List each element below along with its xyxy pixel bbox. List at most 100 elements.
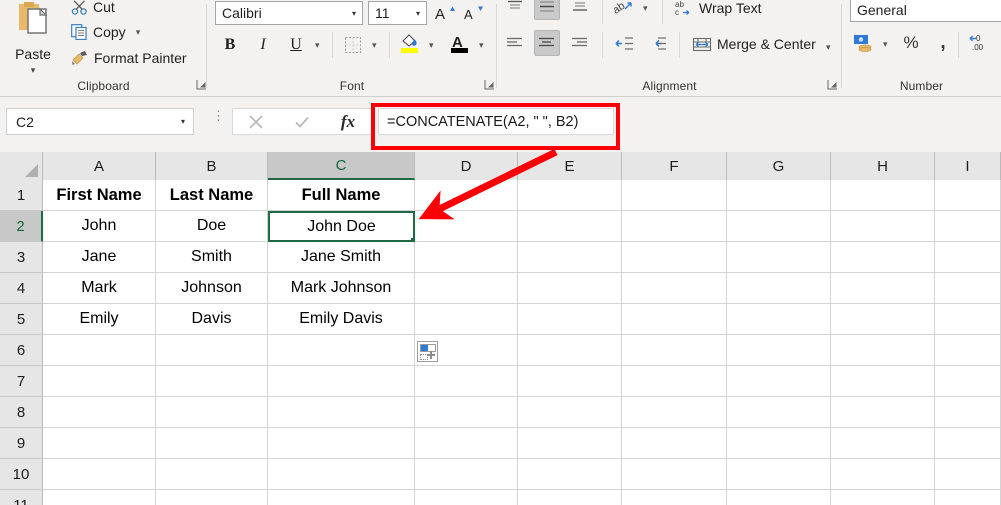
cell-C5[interactable]: Emily Davis (268, 304, 415, 335)
paste-dropdown-chevron-icon[interactable]: ▾ (31, 65, 36, 76)
fill-color-button[interactable] (397, 30, 423, 56)
cell-H1[interactable] (831, 180, 935, 211)
cell-E1[interactable] (518, 180, 622, 211)
cell-B1[interactable]: Last Name (156, 180, 268, 211)
accounting-dropdown-chevron-icon[interactable]: ▾ (883, 40, 888, 49)
align-left-button[interactable] (502, 30, 528, 56)
cell-A6[interactable] (43, 335, 156, 366)
cell-C6[interactable] (268, 335, 415, 366)
cell-H3[interactable] (831, 242, 935, 273)
align-middle-button[interactable] (534, 0, 560, 20)
cell-E11[interactable] (518, 490, 622, 505)
row-header-6[interactable]: 6 (0, 335, 43, 366)
column-header-b[interactable]: B (156, 152, 268, 180)
cell-G2[interactable] (727, 211, 831, 242)
italic-button[interactable]: I (250, 32, 276, 58)
cell-B4[interactable]: Johnson (156, 273, 268, 304)
cell-D7[interactable] (415, 366, 518, 397)
cell-E10[interactable] (518, 459, 622, 490)
column-header-h[interactable]: H (831, 152, 935, 180)
cell-F9[interactable] (622, 428, 727, 459)
cell-E4[interactable] (518, 273, 622, 304)
row-header-8[interactable]: 8 (0, 397, 43, 428)
cell-C7[interactable] (268, 366, 415, 397)
cell-E8[interactable] (518, 397, 622, 428)
align-top-button[interactable] (502, 0, 528, 20)
font-name-chevron-down-icon[interactable]: ▾ (346, 9, 362, 18)
cell-H9[interactable] (831, 428, 935, 459)
font-name-combo[interactable]: Calibri ▾ (215, 1, 363, 25)
cell-B3[interactable]: Smith (156, 242, 268, 273)
decrease-font-size-button[interactable]: A (461, 0, 487, 26)
cell-F7[interactable] (622, 366, 727, 397)
cell-B8[interactable] (156, 397, 268, 428)
borders-dropdown-chevron-icon[interactable]: ▾ (372, 41, 377, 50)
enter-formula-button[interactable] (279, 109, 325, 134)
borders-button[interactable] (340, 32, 366, 58)
cell-A11[interactable] (43, 490, 156, 505)
align-right-button[interactable] (567, 30, 593, 56)
formula-bar-grip[interactable]: ⋮ (212, 109, 225, 122)
select-all-corner[interactable] (0, 152, 43, 180)
cell-D10[interactable] (415, 459, 518, 490)
cell-I2[interactable] (935, 211, 1001, 242)
comma-style-button[interactable]: , (930, 30, 956, 56)
cell-G7[interactable] (727, 366, 831, 397)
column-header-i[interactable]: I (935, 152, 1001, 180)
insert-function-button[interactable]: fx (325, 109, 371, 134)
cell-G4[interactable] (727, 273, 831, 304)
cell-H2[interactable] (831, 211, 935, 242)
cell-A5[interactable]: Emily (43, 304, 156, 335)
cell-F3[interactable] (622, 242, 727, 273)
cell-H8[interactable] (831, 397, 935, 428)
cell-F1[interactable] (622, 180, 727, 211)
cell-G5[interactable] (727, 304, 831, 335)
accounting-format-button[interactable] (850, 30, 876, 56)
font-color-dropdown-chevron-icon[interactable]: ▾ (479, 41, 484, 50)
name-box-chevron-down-icon[interactable]: ▾ (173, 117, 193, 126)
cell-F8[interactable] (622, 397, 727, 428)
orientation-dropdown-chevron-icon[interactable]: ▾ (643, 4, 648, 13)
cell-I5[interactable] (935, 304, 1001, 335)
cell-F2[interactable] (622, 211, 727, 242)
cell-I10[interactable] (935, 459, 1001, 490)
cell-B9[interactable] (156, 428, 268, 459)
increase-indent-button[interactable] (644, 30, 670, 56)
cell-I11[interactable] (935, 490, 1001, 505)
row-header-1[interactable]: 1 (0, 180, 43, 211)
cell-I4[interactable] (935, 273, 1001, 304)
decrease-decimal-button[interactable]: 0 .00 (966, 30, 992, 56)
row-header-4[interactable]: 4 (0, 273, 43, 304)
cell-D4[interactable] (415, 273, 518, 304)
cell-F10[interactable] (622, 459, 727, 490)
cell-A8[interactable] (43, 397, 156, 428)
cell-E7[interactable] (518, 366, 622, 397)
cell-A2[interactable]: John (43, 211, 156, 242)
cell-B7[interactable] (156, 366, 268, 397)
merge-and-center-button[interactable]: Merge & Center (689, 33, 819, 55)
cell-A10[interactable] (43, 459, 156, 490)
cell-D8[interactable] (415, 397, 518, 428)
row-header-3[interactable]: 3 (0, 242, 43, 273)
font-dialog-launcher[interactable] (484, 79, 496, 91)
cell-F5[interactable] (622, 304, 727, 335)
cell-C4[interactable]: Mark Johnson (268, 273, 415, 304)
row-header-7[interactable]: 7 (0, 366, 43, 397)
formula-input[interactable]: =CONCATENATE(A2, " ", B2) (378, 108, 614, 135)
cell-E6[interactable] (518, 335, 622, 366)
cell-H11[interactable] (831, 490, 935, 505)
copy-dropdown-chevron-icon[interactable]: ▾ (136, 27, 141, 37)
column-header-c[interactable]: C (268, 152, 415, 180)
cell-B11[interactable] (156, 490, 268, 505)
column-header-f[interactable]: F (622, 152, 727, 180)
bold-button[interactable]: B (217, 32, 243, 58)
decrease-indent-button[interactable] (611, 30, 637, 56)
quick-analysis-button[interactable] (417, 341, 438, 362)
row-header-10[interactable]: 10 (0, 459, 43, 490)
cell-I6[interactable] (935, 335, 1001, 366)
cell-C8[interactable] (268, 397, 415, 428)
underline-button[interactable]: U (283, 32, 309, 58)
column-header-a[interactable]: A (43, 152, 156, 180)
cell-A7[interactable] (43, 366, 156, 397)
orientation-button[interactable]: ab (611, 0, 637, 20)
